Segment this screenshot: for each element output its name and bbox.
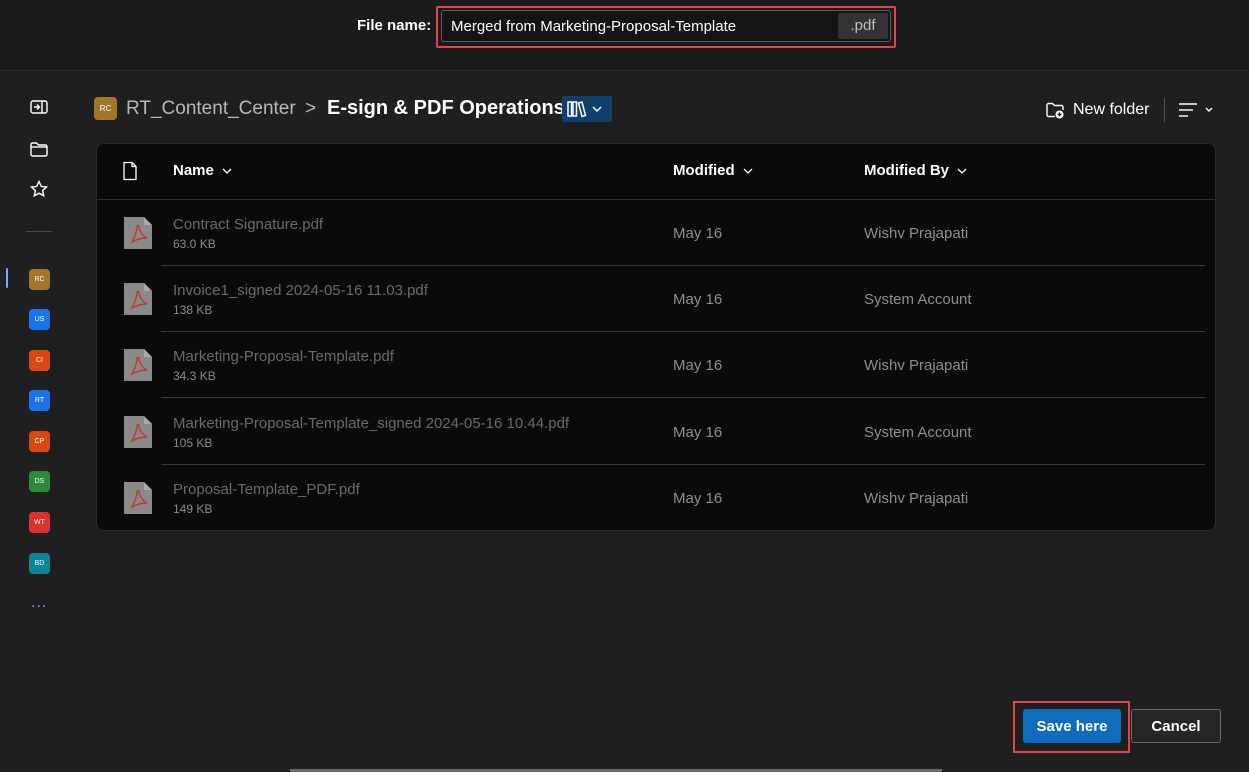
file-name-input[interactable] — [442, 11, 847, 41]
library-icon — [567, 101, 602, 118]
site-tile-breadcrumb: RC — [94, 97, 117, 120]
pdf-file-icon — [122, 281, 154, 317]
breadcrumb-current: E-sign & PDF Operations — [327, 97, 565, 119]
file-size: 105 KB — [173, 436, 213, 450]
file-name: Invoice1_signed 2024-05-16 11.03.pdf — [173, 282, 428, 299]
file-name-bar: File name: .pdf — [0, 0, 1249, 71]
file-modified-by: Wishv Prajapati — [864, 225, 969, 242]
rail-divider — [26, 231, 52, 232]
site-tile-bd[interactable]: BD — [29, 553, 50, 574]
file-type-icon — [122, 161, 138, 186]
file-modified: May 16 — [673, 424, 723, 441]
pdf-file-icon — [122, 414, 154, 450]
file-modified-by: System Account — [864, 424, 972, 441]
pdf-file-icon — [122, 215, 154, 251]
new-folder-label: New folder — [1073, 101, 1150, 118]
table-row[interactable]: Proposal-Template_PDF.pdf 149 KB May 16 … — [97, 465, 1215, 530]
table-row[interactable]: Contract Signature.pdf 63.0 KB May 16 Wi… — [97, 200, 1215, 266]
pdf-file-icon — [122, 480, 154, 516]
file-modified: May 16 — [673, 225, 723, 242]
site-tile-us[interactable]: US — [29, 309, 50, 330]
column-header-name[interactable]: Name — [173, 162, 232, 179]
cancel-button[interactable]: Cancel — [1131, 709, 1221, 743]
file-name: Marketing-Proposal-Template.pdf — [173, 348, 394, 365]
file-name: Contract Signature.pdf — [173, 216, 324, 233]
more-sites-button[interactable]: ... — [31, 594, 47, 612]
site-tile-ci[interactable]: CI — [29, 350, 50, 371]
save-here-button[interactable]: Save here — [1023, 709, 1121, 743]
file-modified: May 16 — [673, 490, 723, 507]
library-switcher-button[interactable] — [562, 96, 612, 122]
file-modified-by: Wishv Prajapati — [864, 490, 969, 507]
folder-icon[interactable] — [29, 139, 49, 159]
file-name: Marketing-Proposal-Template_signed 2024-… — [173, 415, 570, 432]
site-tile-ds[interactable]: DS — [29, 471, 50, 492]
chevron-down-icon — [743, 168, 753, 174]
file-name: Proposal-Template_PDF.pdf — [173, 481, 360, 498]
file-modified: May 16 — [673, 291, 723, 308]
file-modified-by: Wishv Prajapati — [864, 357, 969, 374]
file-size: 149 KB — [173, 502, 213, 516]
file-name-label: File name: — [357, 17, 432, 34]
chevron-down-icon — [957, 168, 967, 174]
file-size: 34.3 KB — [173, 369, 216, 383]
file-list-header: Name Modified Modified By — [97, 144, 1215, 200]
new-folder-button[interactable]: New folder — [1045, 99, 1149, 121]
breadcrumb-separator: > — [305, 98, 317, 119]
table-row[interactable]: Marketing-Proposal-Template_signed 2024-… — [97, 399, 1215, 465]
site-tile-cp[interactable]: CP — [29, 431, 50, 452]
site-tile-wt[interactable]: WT — [29, 512, 50, 533]
toolbar-divider — [1164, 98, 1165, 122]
active-site-indicator — [6, 268, 8, 288]
row-divider — [161, 397, 1205, 398]
breadcrumb-site[interactable]: RT_Content_Center — [126, 98, 296, 120]
column-header-modified-by[interactable]: Modified By — [864, 162, 967, 179]
file-size: 63.0 KB — [173, 237, 216, 251]
left-rail: RC US CI RT CP DS WT BD ... — [0, 71, 78, 772]
sort-options-button[interactable] — [1177, 99, 1217, 121]
collapse-panel-icon[interactable] — [29, 97, 49, 117]
site-tile-rt[interactable]: RT — [29, 390, 50, 411]
site-tile-rc[interactable]: RC — [29, 269, 50, 290]
file-modified-by: System Account — [864, 291, 972, 308]
new-folder-icon — [1046, 102, 1064, 119]
file-extension: .pdf — [838, 13, 888, 39]
sort-lines-icon — [1179, 103, 1213, 117]
chevron-down-icon — [222, 168, 232, 174]
pdf-file-icon — [122, 347, 154, 383]
file-size: 138 KB — [173, 303, 213, 317]
file-name-box[interactable]: .pdf — [441, 10, 891, 42]
column-header-modified[interactable]: Modified — [673, 162, 753, 179]
table-row[interactable]: Marketing-Proposal-Template.pdf 34.3 KB … — [97, 332, 1215, 398]
table-row[interactable]: Invoice1_signed 2024-05-16 11.03.pdf 138… — [97, 266, 1215, 332]
file-list: Name Modified Modified By Contract Signa… — [96, 143, 1216, 531]
file-modified: May 16 — [673, 357, 723, 374]
star-icon[interactable] — [29, 179, 49, 199]
